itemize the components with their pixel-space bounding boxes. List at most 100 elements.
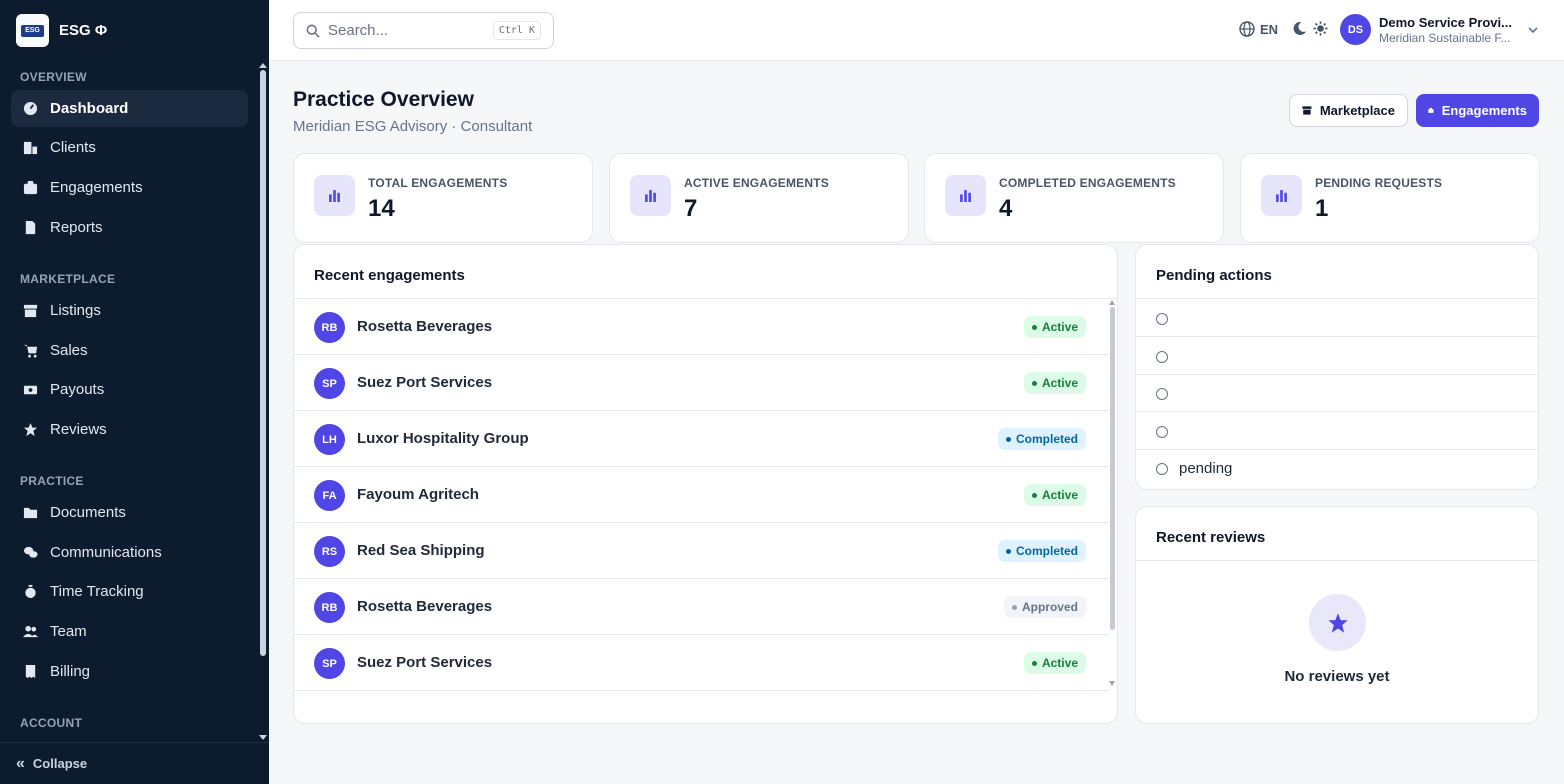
engagement-name: Rosetta Beverages <box>357 598 493 615</box>
table-row[interactable]: FA Fayoum Agritech Active <box>294 467 1108 523</box>
table-row[interactable]: RS Red Sea Shipping Completed <box>294 523 1108 579</box>
engagement-name: Rosetta Beverages <box>357 318 493 335</box>
list-item[interactable] <box>1136 299 1538 337</box>
chat-icon <box>22 545 38 561</box>
briefcase-icon <box>22 180 38 196</box>
receipt-icon <box>22 664 38 680</box>
list-scrollbar[interactable] <box>1110 307 1115 630</box>
search-input[interactable]: Search... Ctrl K <box>293 12 554 49</box>
engagement-name: Luxor Hospitality Group <box>357 430 529 447</box>
radio-button[interactable] <box>1156 313 1168 325</box>
sidebar-item-documents[interactable]: Documents <box>11 494 248 531</box>
avatar: RB <box>314 312 345 343</box>
table-row[interactable]: RB Rosetta Beverages Approved <box>294 579 1108 635</box>
list-item[interactable] <box>1136 337 1538 375</box>
collapse-button[interactable]: « Collapse <box>0 742 269 784</box>
sidebar-item-engagements[interactable]: Engagements <box>11 169 248 206</box>
brand-logo-text: ESG <box>21 24 44 37</box>
recent-reviews-card: Recent reviews No reviews yet <box>1135 506 1539 724</box>
cart-icon <box>22 343 38 359</box>
money-icon <box>22 382 38 398</box>
stat-total-engagements: TOTAL ENGAGEMENTS 14 <box>293 153 593 243</box>
theme-toggle[interactable] <box>1292 21 1328 36</box>
marketplace-button[interactable]: Marketplace <box>1289 94 1408 127</box>
sidebar-item-communications[interactable]: Communications <box>11 534 248 571</box>
language-switcher[interactable]: EN <box>1239 21 1278 37</box>
sidebar-item-label: Billing <box>50 663 91 680</box>
stat-value: 1 <box>1315 195 1329 222</box>
sidebar-item-dashboard[interactable]: Dashboard <box>11 90 248 127</box>
stat-value: 14 <box>368 195 395 222</box>
sidebar-item-label: Payouts <box>50 381 105 398</box>
collapse-label: Collapse <box>32 756 88 771</box>
sidebar-item-billing[interactable]: Billing <box>11 653 248 690</box>
sidebar-item-payouts[interactable]: Payouts <box>11 371 248 408</box>
recent-engagements-card: Recent engagements RB Rosetta Beverages … <box>293 244 1118 724</box>
avatar: DS <box>1340 14 1371 45</box>
avatar: RS <box>314 536 345 567</box>
sidebar-item-listings[interactable]: Listings <box>11 292 248 329</box>
avatar: RB <box>314 592 345 623</box>
dashboard-icon <box>22 101 38 117</box>
stat-active-engagements: ACTIVE ENGAGEMENTS 7 <box>609 153 909 243</box>
user-menu[interactable]: DS Demo Service Provi... Meridian Sustai… <box>1340 14 1539 45</box>
radio-button[interactable] <box>1156 351 1168 363</box>
list-item[interactable] <box>1136 412 1538 450</box>
brand[interactable]: ESG ESG Φ <box>16 14 107 47</box>
sidebar-item-label: Listings <box>50 302 101 319</box>
marketplace-button-label: Marketplace <box>1319 103 1395 118</box>
sidebar-item-label: Reports <box>50 219 103 236</box>
stat-completed-engagements: COMPLETED ENGAGEMENTS 4 <box>924 153 1224 243</box>
radio-button[interactable] <box>1156 388 1168 400</box>
pending-actions-card: Pending actions pending <box>1135 244 1539 490</box>
stat-label: PENDING REQUESTS <box>1315 176 1443 190</box>
sidebar-scrollbar[interactable] <box>260 70 266 656</box>
card-title: Pending actions <box>1156 267 1272 284</box>
sidebar-item-label: Team <box>50 623 87 640</box>
moon-icon[interactable] <box>1292 21 1307 36</box>
file-icon <box>22 220 38 236</box>
section-marketplace: MARKETPLACE <box>20 272 116 286</box>
pending-action-text: pending <box>1179 460 1233 477</box>
radio-button[interactable] <box>1156 463 1168 475</box>
page-subtitle: Meridian ESG Advisory · Consultant <box>293 118 533 135</box>
star-icon <box>1309 594 1366 651</box>
brand-name: ESG Φ <box>59 22 108 39</box>
avatar: SP <box>314 368 345 399</box>
stat-label: COMPLETED ENGAGEMENTS <box>999 176 1176 190</box>
sun-icon[interactable] <box>1313 21 1328 36</box>
brand-logo: ESG <box>16 14 49 47</box>
sidebar-item-sales[interactable]: Sales <box>11 332 248 369</box>
sidebar-item-label: Reviews <box>50 421 107 438</box>
sidebar-scroll-up[interactable] <box>259 63 267 68</box>
table-row[interactable]: SP Suez Port Services Active <box>294 635 1108 691</box>
section-account: ACCOUNT <box>20 716 83 730</box>
list-item[interactable]: pending <box>1136 449 1538 487</box>
search-icon <box>306 24 320 38</box>
user-org: Meridian Sustainable F... <box>1379 30 1511 45</box>
store-icon <box>1302 106 1312 115</box>
list-item[interactable] <box>1136 374 1538 412</box>
sidebar-scroll-down[interactable] <box>259 735 267 740</box>
sidebar-item-reviews[interactable]: Reviews <box>11 411 248 448</box>
sidebar-item-label: Time Tracking <box>50 583 144 600</box>
sidebar-item-label: Documents <box>50 504 126 521</box>
table-row[interactable]: SP Suez Port Services Active <box>294 355 1108 411</box>
table-row[interactable]: RB Rosetta Beverages Active <box>294 299 1108 355</box>
sidebar-item-label: Clients <box>50 139 96 156</box>
engagements-button[interactable]: Engagements <box>1416 94 1539 127</box>
status-badge: Active <box>1023 372 1086 394</box>
table-row[interactable]: LH Luxor Hospitality Group Completed <box>294 411 1108 467</box>
sidebar: ESG ESG Φ OVERVIEW Dashboard Clients Eng… <box>0 0 269 784</box>
sidebar-item-reports[interactable]: Reports <box>11 209 248 246</box>
sidebar-item-time-tracking[interactable]: Time Tracking <box>11 573 248 610</box>
list-scroll-down[interactable] <box>1109 681 1115 686</box>
list-scroll-up[interactable] <box>1109 300 1115 305</box>
radio-button[interactable] <box>1156 426 1168 438</box>
status-badge: Completed <box>997 428 1086 450</box>
topbar: Search... Ctrl K EN DS Demo Service Prov… <box>269 0 1564 61</box>
bar-chart-icon <box>945 175 986 216</box>
sidebar-item-clients[interactable]: Clients <box>11 129 248 166</box>
engagement-name: Suez Port Services <box>357 654 493 671</box>
sidebar-item-team[interactable]: Team <box>11 613 248 650</box>
